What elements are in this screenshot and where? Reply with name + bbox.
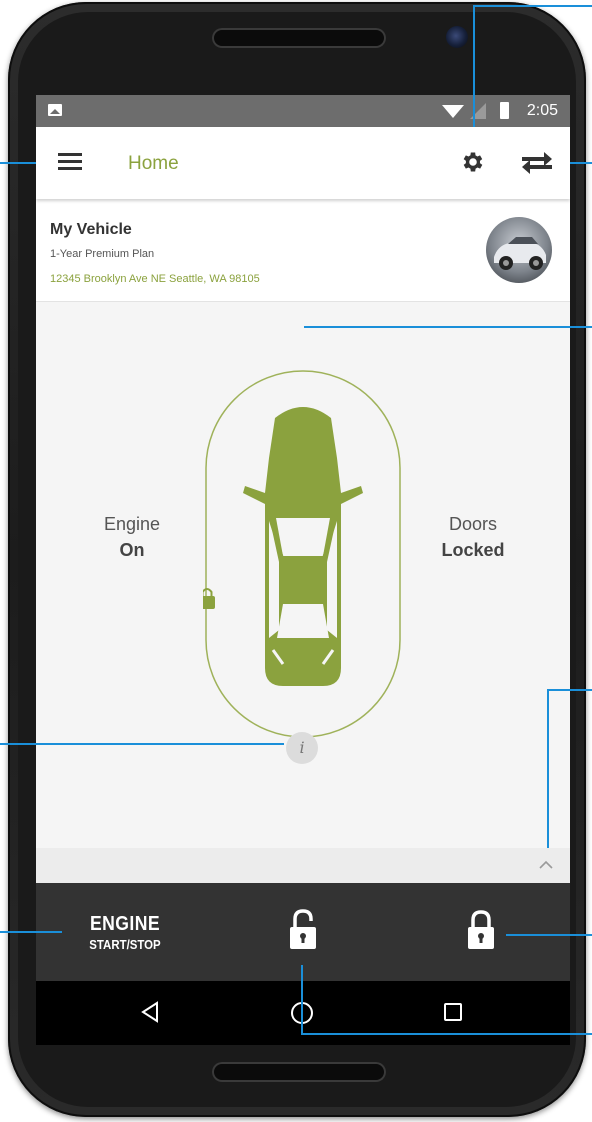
gear-icon[interactable] [460,149,486,175]
doors-label: Doors [448,514,497,534]
expand-bar[interactable] [36,848,570,883]
vehicle-card[interactable]: My Vehicle 1-Year Premium Plan 12345 Bro… [36,199,570,302]
engine-button-sublabel: START/STOP [89,937,161,952]
vehicle-plan: 1-Year Premium Plan [50,248,155,260]
nav-home-icon[interactable] [290,1001,314,1025]
chevron-up-icon[interactable] [538,857,554,873]
cell-signal-icon [470,103,486,119]
app-bar: Home [36,127,570,199]
nav-back-icon[interactable] [140,1001,160,1023]
engine-button-label: ENGINE [89,913,161,935]
menu-icon[interactable] [58,153,82,171]
vehicle-status-area: Engine On Doors Locked i [36,302,570,848]
wifi-icon [442,105,464,118]
unlock-icon [290,909,316,949]
status-bar: 2:05 [36,95,570,127]
engine-status: On [119,540,145,560]
front-camera [446,26,468,48]
status-time: 2:05 [526,102,558,119]
image-notification-icon [48,104,62,116]
info-icon[interactable]: i [286,732,318,764]
door-lock-badge-icon [203,596,215,609]
screen: 2:05 Home My Vehicle 1-Year Premium Plan… [36,95,570,1045]
engine-label: Engine [103,514,161,534]
lock-button[interactable] [392,883,570,981]
car-top-view [203,370,401,738]
action-bar: ENGINE START/STOP [36,883,570,981]
engine-start-stop-button[interactable]: ENGINE START/STOP [36,883,214,981]
page-title: Home [128,153,179,174]
nav-recents-icon[interactable] [444,1003,462,1021]
system-nav-bar [36,981,570,1045]
battery-icon [500,102,509,119]
vehicle-avatar[interactable] [486,217,552,283]
lock-icon [468,910,494,949]
swap-icon[interactable] [520,149,554,177]
earpiece-speaker [212,28,386,48]
vehicle-photo-icon [494,237,546,270]
vehicle-name: My Vehicle [50,221,132,238]
vehicle-address[interactable]: 12345 Brooklyn Ave NE Seattle, WA 98105 [50,273,260,285]
doors-status: Locked [441,540,505,560]
bottom-speaker [212,1062,386,1082]
unlock-button[interactable] [214,883,392,981]
